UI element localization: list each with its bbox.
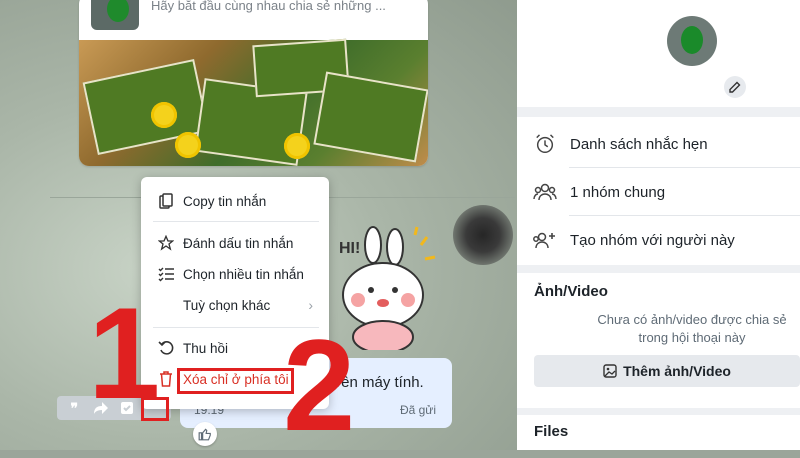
chevron-right-icon: › xyxy=(308,297,313,313)
menu-divider xyxy=(153,221,319,222)
profile-section xyxy=(517,0,800,107)
like-reaction-button[interactable] xyxy=(193,422,217,446)
media-section: Ảnh/Video Chưa có ảnh/video được chia sẻ… xyxy=(517,273,800,408)
menu-item-label: Đánh dấu tin nhắn xyxy=(183,235,294,251)
message-header: Hãy bắt đầu cùng nhau chia sẻ những ... xyxy=(79,0,428,40)
menu-item-label: Chọn nhiều tin nhắn xyxy=(183,266,304,282)
quick-actions-section: Danh sách nhắc hẹn 1 nhóm chung Tạo nhóm… xyxy=(517,117,800,265)
files-section: Files xyxy=(517,415,800,450)
banh-chung xyxy=(313,71,428,163)
message-photo[interactable] xyxy=(79,38,428,166)
thumbs-up-icon xyxy=(198,428,211,441)
step-number-2: 2 xyxy=(283,312,356,458)
reminders-label: Danh sách nhắc hẹn xyxy=(570,135,708,153)
edit-name-button[interactable] xyxy=(724,76,746,98)
common-groups-row[interactable]: 1 nhóm chung xyxy=(517,168,800,216)
reminders-row[interactable]: Danh sách nhắc hẹn xyxy=(517,120,800,168)
pencil-icon xyxy=(729,81,741,93)
star-icon xyxy=(157,234,175,252)
contact-avatar[interactable] xyxy=(453,205,513,265)
image-icon xyxy=(603,364,617,378)
common-groups-label: 1 nhóm chung xyxy=(570,183,666,201)
menu-item-label: Tuỳ chọn khác xyxy=(183,297,271,313)
svg-text:HI!: HI! xyxy=(339,240,360,257)
menu-item-label: Copy tin nhắn xyxy=(183,193,267,209)
message-preview-text: Hãy bắt đầu cùng nhau chia sẻ những ... xyxy=(151,0,386,13)
menu-item-label: Thu hồi xyxy=(183,340,229,356)
add-media-label: Thêm ảnh/Video xyxy=(623,363,731,379)
quote-icon[interactable]: ❞ xyxy=(63,398,85,418)
shared-media-message[interactable]: Hãy bắt đầu cùng nhau chia sẻ những ... xyxy=(79,0,428,166)
conversation-info-panel: Danh sách nhắc hẹn 1 nhóm chung Tạo nhóm… xyxy=(517,0,800,450)
alarm-clock-icon xyxy=(532,131,558,157)
menu-item-star[interactable]: Đánh dấu tin nhắn xyxy=(141,229,329,257)
copy-icon xyxy=(157,192,175,210)
delete-option-highlight xyxy=(177,368,294,394)
media-empty-text: Chưa có ảnh/video được chia sẻ trong hội… xyxy=(597,312,787,345)
add-media-button[interactable]: Thêm ảnh/Video xyxy=(534,355,800,387)
media-title: Ảnh/Video xyxy=(534,283,608,300)
create-group-row[interactable]: Tạo nhóm với người này xyxy=(517,216,800,264)
message-thumbnail xyxy=(91,0,139,30)
menu-item-select-multiple[interactable]: Chọn nhiều tin nhắn xyxy=(141,260,329,288)
add-group-icon xyxy=(532,227,558,253)
group-icon xyxy=(532,179,558,205)
menu-item-copy[interactable]: Copy tin nhắn xyxy=(141,187,329,215)
create-group-label: Tạo nhóm với người này xyxy=(570,231,735,249)
flower xyxy=(151,102,177,128)
sent-message-status: Đã gửi xyxy=(399,403,436,417)
flower xyxy=(175,132,201,158)
flower xyxy=(284,133,310,159)
step-number-1: 1 xyxy=(88,280,161,426)
files-title[interactable]: Files xyxy=(534,423,568,440)
profile-avatar[interactable] xyxy=(667,16,717,66)
